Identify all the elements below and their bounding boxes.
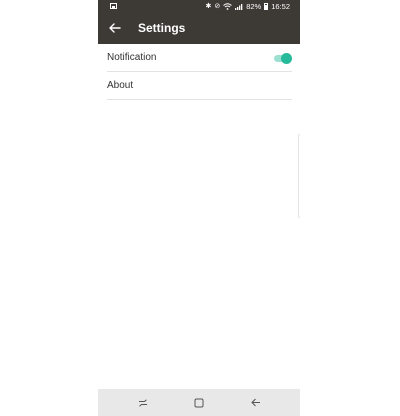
notification-toggle[interactable] [273,53,292,64]
clock: 16:52 [271,2,290,11]
settings-item-about[interactable]: About [107,72,292,100]
page-title: Settings [138,21,186,35]
picture-icon [110,3,117,9]
edge-panel-handle[interactable] [298,134,300,218]
battery-icon [264,3,269,10]
status-right: ✱ ⊘ 82% 16:52 [205,0,290,13]
settings-list: Notification About [98,44,300,100]
settings-item-notification[interactable]: Notification [107,44,292,72]
wifi-icon [223,3,233,10]
signal-icon [235,4,243,10]
mute-icon: ⊘ [214,3,221,10]
settings-item-label: Notification [107,52,157,63]
arrow-left-icon [109,23,121,33]
recents-icon [139,398,147,407]
nav-bar [98,389,300,416]
phone-screen: ✱ ⊘ 82% 16:52 Settings Notification Abou… [98,0,300,416]
back-button[interactable] [105,18,125,38]
toggle-thumb [281,53,292,64]
recents-button[interactable] [128,389,158,416]
home-button[interactable] [184,389,214,416]
settings-item-label: About [107,80,134,91]
back-icon [251,398,260,407]
home-icon [194,398,204,407]
bluetooth-icon: ✱ [205,3,212,10]
nav-back-button[interactable] [241,389,271,416]
status-bar: ✱ ⊘ 82% 16:52 [98,0,300,13]
battery-percent: 82% [246,2,262,11]
app-bar: Settings [98,13,300,44]
